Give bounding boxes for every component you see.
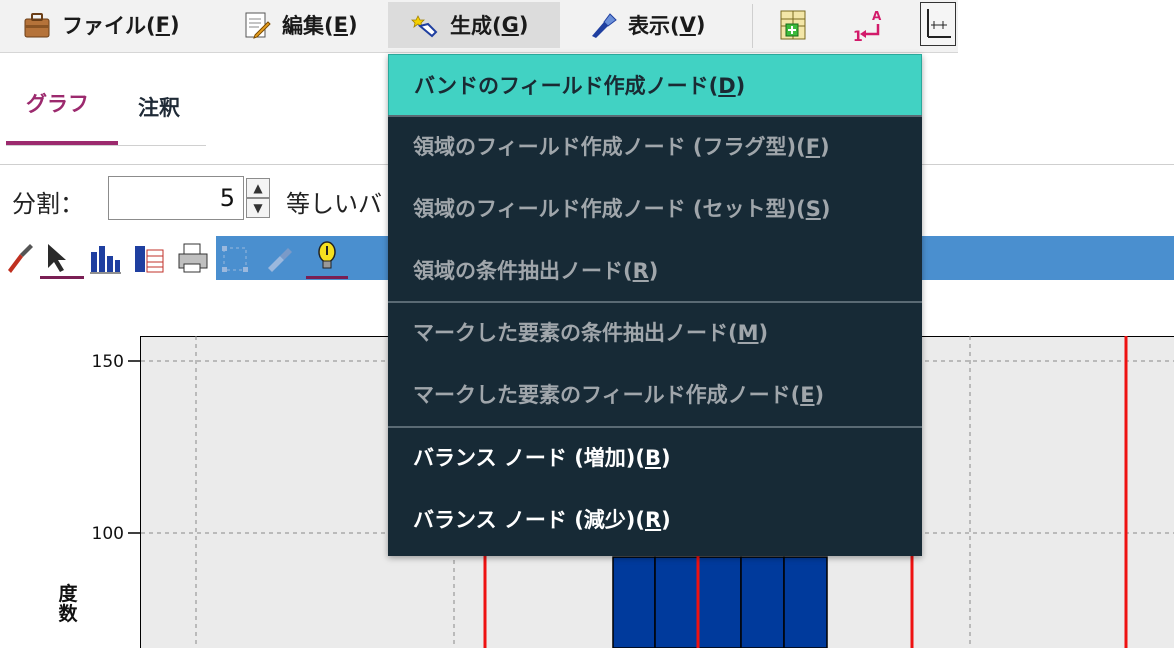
menubar-separator [752,4,753,48]
dropdown-item-suffix: ) [661,446,671,470]
dropdown-item-mnemonic: R [632,259,649,283]
dropdown-separator [388,301,922,303]
dropdown-item-suffix: ) [758,321,769,345]
histogram-axis-icon[interactable] [920,2,956,46]
chart-ylabel: 度数 [56,584,80,624]
dropdown-item-suffix: ) [735,74,746,98]
printer-icon[interactable] [176,240,210,276]
menu-bar: ファイル(F) 編集(E) 生成(G) 表示(V) A 1 [0,0,958,53]
dropdown-item-text: バランス ノード (減少)( [413,508,645,532]
tab-notes[interactable]: 注釈 [138,92,180,122]
chart-ylabel-char: 度 [58,583,78,605]
dropdown-item-text: バランス ノード (増加)( [413,446,645,470]
menu-view-suffix: ) [695,13,706,37]
svg-text:1: 1 [853,29,863,44]
dropdown-item-8[interactable]: バランス ノード (減少)(R) [388,489,922,551]
menu-generate-mnemonic: G [501,13,519,37]
split-count-input[interactable] [108,176,244,220]
briefcase-icon [22,10,52,40]
dropdown-item-text: 領域のフィールド作成ノード (セット型)( [413,197,806,221]
dropdown-item-suffix: ) [814,383,825,407]
menu-view-label: 表示( [628,14,680,38]
dropdown-item-suffix: ) [820,197,831,221]
dropdown-separator [388,115,922,117]
spinner-down-icon[interactable]: ▼ [246,198,270,218]
tab-divider [6,145,206,146]
y-tick-label: 100 [92,524,124,544]
dropdown-item-text: マークした要素の条件抽出ノード( [413,321,738,345]
histogram-bar [612,556,656,648]
dropdown-item-mnemonic: B [645,446,662,470]
menu-file[interactable]: ファイル(F) [22,2,180,48]
dropdown-item-text: 領域のフィールド作成ノード (フラグ型)( [413,135,806,159]
menu-generate-suffix: ) [518,13,529,37]
dropdown-item-mnemonic: D [718,74,736,98]
select-arrow-icon[interactable] [40,240,84,279]
region-select-icon[interactable] [218,240,252,276]
lightbulb-icon[interactable] [306,240,348,279]
paintbrush-icon[interactable] [2,240,36,276]
magic-wand-icon [410,10,440,40]
dropdown-item-mnemonic: M [737,321,759,345]
dropdown-item-mnemonic: R [645,508,662,532]
dropdown-item-1[interactable]: バンドのフィールド作成ノード(D) [388,54,922,116]
svg-text:A: A [872,9,882,23]
menu-edit-mnemonic: E [333,13,348,37]
bar-chart-icon[interactable] [88,240,122,276]
notepad-pencil-icon [242,10,272,40]
dropdown-item-mnemonic: S [805,197,821,221]
equal-width-label: 等しいバ [286,190,382,218]
dropdown-item-text: マークした要素のフィールド作成ノード( [413,383,801,407]
tab-graph[interactable]: グラフ [26,88,89,118]
flashlight-icon [588,10,618,40]
draw-band-icon[interactable] [262,240,296,276]
dropdown-item-5: マークした要素の条件抽出ノード(M) [388,302,922,364]
histogram-bar [654,556,699,648]
menu-edit-suffix: ) [347,13,358,37]
y-tick-label: 150 [92,352,124,372]
split-spinner: ▲ ▼ [246,178,272,220]
chart-ylabel-char: 数 [58,603,78,625]
spinner-up-icon[interactable]: ▲ [246,178,270,198]
histogram-bar [740,556,785,648]
dropdown-separator [388,426,922,428]
table-chart-icon[interactable] [132,240,166,276]
dropdown-item-2: 領域のフィールド作成ノード (フラグ型)(F) [388,116,922,178]
dropdown-item-suffix: ) [648,259,659,283]
dropdown-item-6: マークした要素のフィールド作成ノード(E) [388,364,922,426]
sort-numbering-icon[interactable]: A 1 [850,6,886,45]
add-table-icon[interactable] [776,6,812,44]
menu-edit[interactable]: 編集(E) [242,2,358,48]
dropdown-item-suffix: ) [661,508,671,532]
menu-file-suffix: ) [169,13,180,37]
generate-dropdown-menu: バンドのフィールド作成ノード(D) 領域のフィールド作成ノード (フラグ型)(F)… [388,54,922,556]
menu-generate[interactable]: 生成(G) [388,2,560,48]
histogram-bar [783,556,828,648]
menu-file-label: ファイル( [62,14,156,38]
dropdown-item-suffix: ) [820,135,830,159]
split-label: 分割： [12,190,84,218]
dropdown-item-7[interactable]: バランス ノード (増加)(B) [388,427,922,489]
menu-file-mnemonic: F [155,13,170,37]
dropdown-item-text: 領域の条件抽出ノード( [413,259,633,283]
dropdown-item-text: バンドのフィールド作成ノード( [414,74,719,98]
histogram-bar [697,556,742,648]
dropdown-item-3: 領域のフィールド作成ノード (セット型)(S) [388,178,922,240]
dropdown-item-mnemonic: E [800,383,815,407]
menu-view[interactable]: 表示(V) [588,2,705,48]
dropdown-item-4: 領域の条件抽出ノード(R) [388,240,922,302]
menu-generate-label: 生成( [450,14,502,38]
menu-edit-label: 編集( [282,14,334,38]
menu-view-mnemonic: V [679,13,696,37]
dropdown-item-mnemonic: F [805,135,821,159]
